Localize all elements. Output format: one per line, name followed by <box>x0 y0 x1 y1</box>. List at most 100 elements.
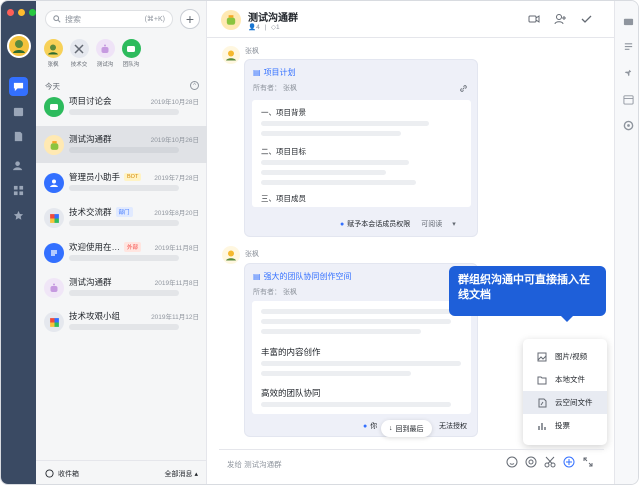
doc-card[interactable]: ▤ 项目计划 所有者： 张枫 一、项目背景 二、项目目标 三、项目成员 ● 赋予本… <box>244 59 478 237</box>
doc-heading: 高效的团队协同 <box>261 388 321 398</box>
zoom-window-button[interactable] <box>29 9 36 16</box>
close-window-button[interactable] <box>7 9 14 16</box>
scissors-icon[interactable] <box>544 456 556 468</box>
sidebar-footer: 收件箱 全部消息 ▴ <box>36 460 207 484</box>
chat-title: 测试沟通群 <box>248 13 298 24</box>
message-input-placeholder: 发给 测试沟通群 <box>227 460 282 469</box>
access-status: 无法授权 <box>439 423 467 430</box>
conversation-item[interactable]: 项目讨论会 2019年10月28日 <box>36 88 207 125</box>
messages-nav-icon[interactable] <box>9 77 28 96</box>
group-chat-icon <box>44 97 64 117</box>
minimize-window-button[interactable] <box>18 9 25 16</box>
menu-item-local-file[interactable]: 本地文件 <box>523 368 607 391</box>
link-icon[interactable] <box>459 84 468 93</box>
message-input[interactable]: 发给 测试沟通群 <box>219 449 604 473</box>
conversation-time: 2019年11月12日 <box>151 314 199 321</box>
docs-nav-icon[interactable] <box>9 127 28 146</box>
doc-list-icon[interactable] <box>621 40 635 54</box>
plus-icon: + <box>185 11 195 27</box>
all-messages-filter[interactable]: 全部消息 ▴ <box>165 469 198 479</box>
pinned-chat[interactable]: 技术交 <box>68 39 90 68</box>
arrow-down-icon: ↓ <box>389 425 393 432</box>
person-avatar-icon <box>43 39 63 58</box>
person-avatar-icon <box>13 40 25 53</box>
member-count: 4 <box>256 24 260 31</box>
pinned-chat[interactable]: 张枫 <box>42 39 64 68</box>
chat-header: 测试沟通群 👤4 | ◇1 <box>207 1 614 38</box>
conversation-title: 欢迎使用在… <box>69 242 121 252</box>
conversation-time: 2019年11月8日 <box>154 280 199 287</box>
search-input[interactable]: 搜索 (⌘+K) <box>45 10 173 28</box>
person-avatar-icon <box>226 250 236 261</box>
pinned-chats: 张枫 技术交 测试沟 团队沟 <box>42 39 142 68</box>
add-member-icon[interactable] <box>554 13 566 25</box>
conversation-item[interactable]: 管理员小助手 BOT 2019年7月28日 <box>36 164 207 201</box>
image-icon <box>537 352 547 361</box>
conversation-time: 2019年10月28日 <box>150 99 199 106</box>
back-to-latest-button[interactable]: ↓ 回到最后 <box>381 420 432 437</box>
favorites-nav-icon[interactable] <box>9 206 28 225</box>
menu-item-cloud-file[interactable]: 云空间文件 <box>523 391 607 414</box>
external-badge: 外部 <box>124 242 142 252</box>
access-dropdown[interactable]: 可阅读 ▾ <box>421 219 455 229</box>
conversation-item-active[interactable]: 测试沟通群 2019年10月26日 <box>36 126 207 163</box>
apps-nav-icon[interactable] <box>9 181 28 200</box>
tech-group-icon <box>44 208 64 228</box>
message-preview-placeholder <box>69 290 179 296</box>
pinned-chat-label: 团队沟 <box>122 62 140 68</box>
permission-row: ● 你 <box>363 421 377 431</box>
check-icon[interactable] <box>580 13 592 25</box>
contacts-nav-icon[interactable] <box>9 156 28 175</box>
conversation-item[interactable]: 技术交流群 部门 2019年8月20日 <box>36 199 207 236</box>
group-chat-icon <box>121 39 141 58</box>
poll-icon <box>538 422 546 430</box>
menu-item-poll[interactable]: 投票 <box>523 414 607 437</box>
robot-avatar-icon <box>221 10 241 30</box>
conversation-title: 测试沟通群 <box>69 277 112 287</box>
create-button[interactable]: + <box>180 9 200 29</box>
person-avatar-icon <box>226 50 236 61</box>
menu-item-image-video[interactable]: 图片/视频 <box>523 345 607 368</box>
feature-tooltip: 群组织沟通中可直接插入在线文档 <box>449 266 606 322</box>
window-controls <box>7 9 36 16</box>
message-preview-placeholder <box>69 147 179 153</box>
doc-title: 项目计划 <box>263 68 296 77</box>
sender-avatar[interactable] <box>222 46 240 64</box>
pinned-chat[interactable]: 团队沟 <box>120 39 142 68</box>
message-preview-placeholder <box>69 185 179 191</box>
emoji-icon[interactable] <box>506 456 518 468</box>
calendar-nav-icon[interactable] <box>9 102 28 121</box>
conversation-time: 2019年8月20日 <box>154 210 199 217</box>
pinned-chat[interactable]: 测试沟 <box>94 39 116 68</box>
plus-circle-icon[interactable] <box>563 456 575 468</box>
back-to-latest-label: 回到最后 <box>395 425 424 433</box>
video-call-icon[interactable] <box>528 13 540 25</box>
calendar-icon[interactable] <box>621 92 635 106</box>
message-preview-placeholder <box>69 255 179 261</box>
doc-icon: ▤ <box>253 68 261 77</box>
conversation-sidebar: 搜索 (⌘+K) + 张枫 技术交 测试沟 团队沟 今天 ^ 项目讨论会 201… <box>36 1 207 484</box>
conversation-item[interactable]: 技术攻艰小组 2019年11月12日 <box>36 303 207 340</box>
user-avatar[interactable] <box>7 34 31 58</box>
doc-heading: 丰富的内容创作 <box>261 347 321 357</box>
sender-avatar[interactable] <box>222 246 240 264</box>
conversation-time: 2019年11月8日 <box>154 245 199 252</box>
message-preview-placeholder <box>69 109 179 115</box>
sender-name: 张枫 <box>245 251 259 258</box>
caret-up-icon: ▴ <box>194 470 198 478</box>
mention-icon[interactable] <box>525 456 537 468</box>
doc-card[interactable]: ▤ 强大的团队协同创作空间 所有者： 张枫 丰富的内容创作 高效的团队协同 ● 你… <box>244 263 478 437</box>
pin-icon[interactable] <box>621 66 635 80</box>
tools-icon <box>69 39 89 58</box>
conversation-item[interactable]: 测试沟通群 2019年11月8日 <box>36 269 207 306</box>
nav-rail <box>1 1 36 484</box>
conversation-title: 技术攻艰小组 <box>69 311 121 321</box>
briefcase-icon[interactable] <box>621 14 635 28</box>
doc-title: 强大的团队协同创作空间 <box>263 272 352 281</box>
conversation-item[interactable]: 欢迎使用在… 外部 2019年11月8日 <box>36 234 207 271</box>
expand-icon[interactable] <box>582 456 594 468</box>
doc-preview: 丰富的内容创作 高效的团队协同 <box>252 301 471 414</box>
inbox-link[interactable]: 收件箱 <box>58 469 79 479</box>
permission-label: 赋予本会话成员权限 <box>347 221 411 228</box>
gear-icon[interactable] <box>621 118 635 132</box>
